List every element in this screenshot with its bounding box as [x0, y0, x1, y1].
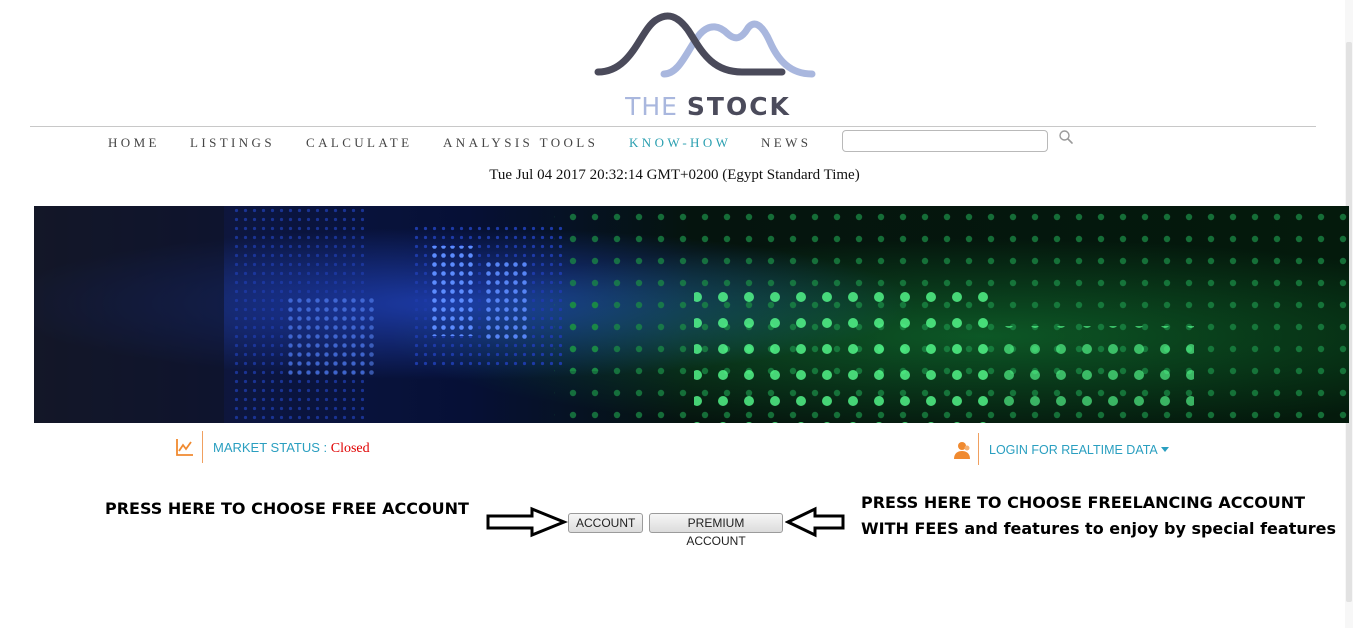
market-status-text: MARKET STATUS : Closed	[213, 440, 370, 457]
current-datetime: Tue Jul 04 2017 20:32:14 GMT+0200 (Egypt…	[0, 167, 1353, 184]
arrow-right-icon	[486, 506, 568, 538]
nav-item-listings[interactable]: LISTINGS	[190, 134, 275, 152]
caret-down-icon	[1160, 447, 1169, 452]
free-account-instruction: PRESS HERE TO CHOOSE FREE ACCOUNT	[105, 499, 469, 518]
login-realtime-link[interactable]: LOGIN FOR REALTIME DATA	[989, 443, 1169, 457]
search-icon[interactable]	[1058, 129, 1074, 145]
site-logo[interactable]: THE STOCK	[592, 8, 816, 122]
market-status-separator: :	[319, 440, 331, 455]
nav-item-news[interactable]: NEWS	[761, 134, 811, 152]
wordmark-prefix: THE	[625, 92, 678, 121]
user-icon	[954, 442, 970, 459]
premium-instruction-line-2: WITH FEES and features to enjoy by speci…	[861, 519, 1336, 538]
stock-ticker-led-image	[34, 206, 1349, 423]
nav-item-know-how[interactable]: KNOW-HOW	[629, 134, 731, 152]
search-input[interactable]	[842, 130, 1048, 152]
line-chart-icon	[176, 439, 193, 456]
wordmark-name: STOCK	[686, 92, 791, 121]
account-button[interactable]: ACCOUNT	[568, 513, 643, 533]
premium-account-button[interactable]: PREMIUM ACCOUNT	[649, 513, 783, 548]
login-realtime-label: LOGIN FOR REALTIME DATA	[989, 443, 1158, 457]
site-wordmark: THE STOCK	[618, 92, 798, 122]
market-status-value: Closed	[330, 441, 370, 456]
market-status-label: MARKET STATUS	[213, 440, 320, 455]
header-divider	[30, 126, 1316, 127]
premium-instruction-line-1: PRESS HERE TO CHOOSE FREELANCING ACCOUNT	[861, 493, 1306, 512]
mountain-logo-icon	[594, 12, 816, 78]
premium-account-instruction: PRESS HERE TO CHOOSE FREELANCING ACCOUNT…	[861, 490, 1336, 542]
nav-item-analysis-tools[interactable]: ANALYSIS TOOLS	[443, 134, 598, 152]
stock-ticker-banner	[34, 206, 1349, 423]
nav-item-home[interactable]: HOME	[108, 134, 160, 152]
login-divider	[978, 433, 979, 465]
datetime-text: Tue Jul 04 2017 20:32:14 GMT+0200 (Egypt…	[489, 167, 860, 183]
nav-item-calculate[interactable]: CALCULATE	[306, 134, 412, 152]
status-divider	[202, 431, 203, 463]
arrow-left-icon	[785, 506, 845, 538]
